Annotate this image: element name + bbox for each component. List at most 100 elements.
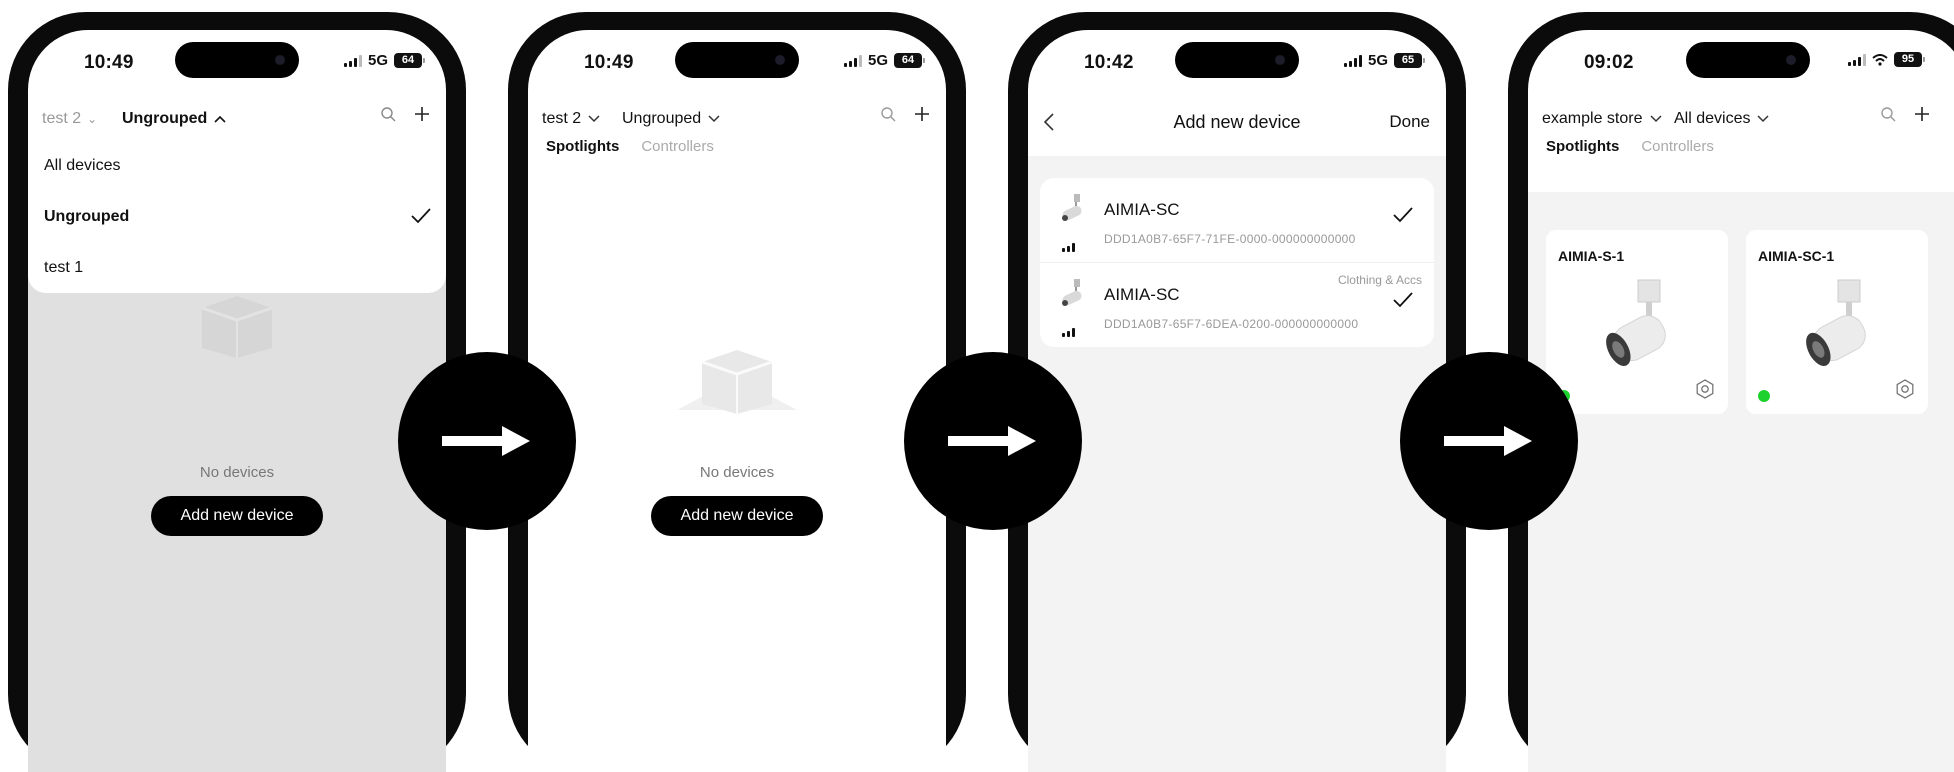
plus-icon[interactable] [914,106,930,122]
store-name: test 2 [42,110,82,127]
camera-icon [775,55,785,65]
empty-box-icon [201,296,273,358]
group-selector[interactable]: Ungrouped [622,110,721,128]
group-selector[interactable]: All devices [1674,110,1770,128]
screen: 10:49 5G 64 test 2 ⌄ Ungrouped No device… [28,30,446,772]
store-selector[interactable]: test 2 ⌄ [42,110,97,128]
group-dropdown: All devices Ungrouped test 1 [28,140,446,293]
store-selector[interactable]: example store [1542,110,1663,128]
tab-controllers[interactable]: Controllers [1641,138,1714,155]
status-bar: 10:49 5G 64 [528,30,946,88]
empty-message: No devices [199,464,275,481]
add-device-button[interactable]: Add new device [650,496,824,536]
plus-icon[interactable] [1914,106,1930,122]
arrow-right-icon [398,352,576,530]
phone-frame: 09:02 95 example store All devices Spotl… [1508,12,1954,772]
signal-icon [1062,325,1075,337]
battery-icon: 65 [1394,53,1425,68]
device-name: AIMIA-S-1 [1558,248,1625,264]
list-item[interactable]: AIMIA-SC DDD1A0B7-65F7-71FE-0000-0000000… [1040,178,1434,263]
camera-icon [1786,55,1796,65]
device-name: AIMIA-SC-1 [1758,248,1835,264]
chevron-down-icon [588,115,600,123]
spotlight-icon [1062,194,1082,221]
status-indicators: 5G 64 [343,52,425,69]
tab-spotlights[interactable]: Spotlights [546,138,619,155]
device-tile[interactable]: AIMIA-S-1 [1546,230,1728,414]
arrow-right-icon [904,352,1082,530]
device-list: AIMIA-SC DDD1A0B7-65F7-71FE-0000-0000000… [1040,178,1434,347]
add-button-wrap: Add new device [28,496,446,536]
empty-text-wrap: No devices [528,464,946,482]
screen: 09:02 95 example store All devices Spotl… [1528,30,1954,772]
dropdown-item-all-devices[interactable]: All devices [28,140,446,191]
category-tabs: Spotlights Controllers [1546,138,1714,155]
status-bar: 10:49 5G 64 [28,30,446,88]
search-icon[interactable] [380,106,396,122]
search-icon[interactable] [880,106,896,122]
chevron-down-icon [708,115,720,123]
signal-icon [1343,54,1362,67]
chevron-down-icon [1649,115,1662,123]
dynamic-island [1686,42,1810,78]
phone-frame: 10:42 5G 65 Add new device Done AIMIA-SC… [1008,12,1466,772]
dropdown-label: All devices [44,157,121,174]
empty-state [528,342,946,421]
add-device-button[interactable]: Add new device [150,496,324,536]
done-button[interactable]: Done [1389,112,1430,132]
gear-icon[interactable] [1894,378,1916,400]
dynamic-island [675,42,799,78]
tab-controllers[interactable]: Controllers [641,138,714,155]
battery-icon: 64 [894,53,925,68]
chevron-down-icon: ⌄ [87,112,98,126]
empty-box-icon [677,350,797,414]
dropdown-item-ungrouped[interactable]: Ungrouped [28,191,446,242]
status-indicators: 5G 65 [1343,52,1425,69]
store-name: example store [1542,110,1643,127]
device-id: DDD1A0B7-65F7-71FE-0000-000000000000 [1104,232,1356,246]
online-indicator [1758,390,1770,402]
screen: 10:49 5G 64 test 2 Ungrouped Spotlights … [528,30,946,772]
check-icon [411,208,431,224]
device-id: DDD1A0B7-65F7-6DEA-0200-000000000000 [1104,317,1359,331]
group-selector[interactable]: Ungrouped [122,110,227,128]
dropdown-item-test-1[interactable]: test 1 [28,242,446,293]
list-item[interactable]: Clothing & Accs AIMIA-SC DDD1A0B7-65F7-6… [1040,263,1434,347]
status-indicators: 5G 64 [843,52,925,69]
empty-message: No devices [699,464,775,481]
plus-icon[interactable] [414,106,430,122]
top-bar: example store All devices [1528,100,1954,140]
battery-icon: 64 [394,53,425,68]
dropdown-label: Ungrouped [44,208,130,225]
empty-text-wrap: No devices [28,464,446,482]
group-name: Ungrouped [122,110,208,127]
store-selector[interactable]: test 2 [542,110,601,128]
phone-frame: 10:49 5G 64 test 2 Ungrouped Spotlights … [508,12,966,772]
dynamic-island [1175,42,1299,78]
spotlight-icon [1606,279,1666,366]
signal-icon [1062,240,1075,252]
gear-icon[interactable] [1694,378,1716,400]
chevron-up-icon [214,115,226,123]
page-title: Add new device [1173,112,1301,132]
device-tile[interactable]: AIMIA-SC-1 [1746,230,1928,414]
signal-icon [343,54,362,67]
device-tag: Clothing & Accs [1337,273,1422,287]
group-name: All devices [1674,110,1751,127]
status-bar: 09:02 95 [1528,30,1954,88]
search-icon[interactable] [1880,106,1896,122]
status-time: 10:49 [584,52,634,73]
check-icon [1393,207,1413,223]
phone-frame: 10:49 5G 64 test 2 ⌄ Ungrouped No device… [8,12,466,772]
camera-icon [275,55,285,65]
top-bar: test 2 ⌄ Ungrouped [28,100,446,140]
dropdown-label: test 1 [44,259,84,276]
status-time: 10:49 [84,52,134,73]
arrow-right-icon [1400,352,1578,530]
device-name: AIMIA-SC [1104,200,1180,219]
tab-spotlights[interactable]: Spotlights [1546,138,1619,155]
status-indicators: 95 [1848,52,1925,67]
status-time: 09:02 [1584,52,1634,73]
screen: 10:42 5G 65 Add new device Done AIMIA-SC… [1028,30,1446,772]
battery-icon: 95 [1894,52,1925,67]
